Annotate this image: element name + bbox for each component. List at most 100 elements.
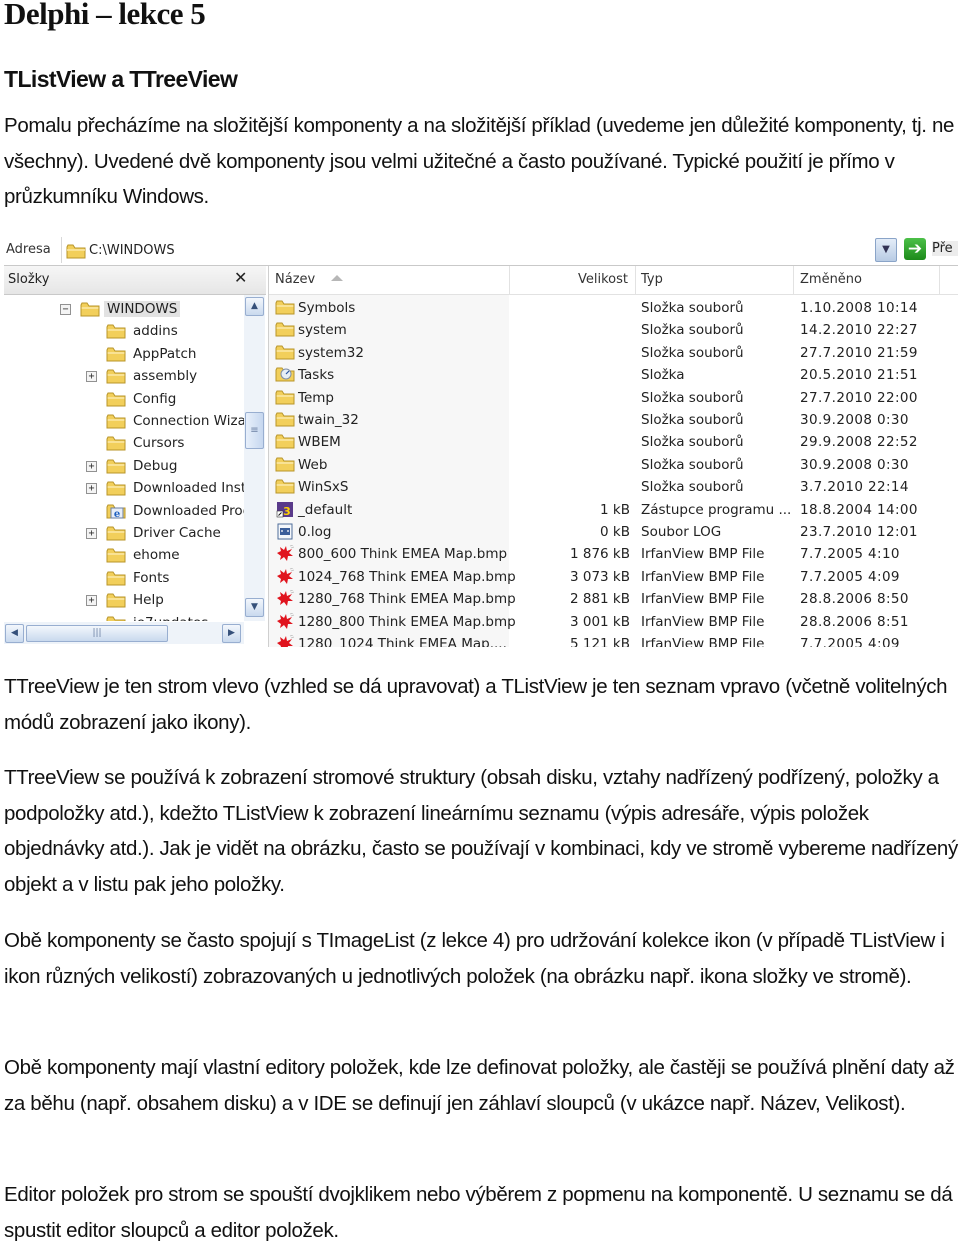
folder-icon — [275, 344, 295, 365]
irfanview-bmp-icon — [275, 590, 295, 611]
tree-vertical-scrollbar[interactable]: ▲ ≡ ▼ — [244, 295, 265, 621]
tree-item-label: assembly — [133, 368, 198, 385]
go-button[interactable]: ➔ — [904, 238, 926, 260]
folder-tree-pane: Složky ✕ − WINDOWS addins AppPatch + assembly… — [4, 266, 266, 647]
column-divider[interactable] — [635, 266, 636, 294]
list-row[interactable]: 1280_800 Think EMEA Map.bmp 3 001 kB Irfan… — [269, 611, 958, 633]
file-name: WBEM — [298, 434, 341, 451]
file-modified: 7.7.2005 4:09 — [800, 568, 900, 585]
file-modified: 7.7.2005 4:09 — [800, 636, 900, 647]
file-name: system32 — [298, 344, 364, 361]
address-value: C:\WINDOWS — [89, 243, 175, 258]
file-type: Soubor LOG — [641, 524, 722, 540]
list-row[interactable]: 1280_1024 Think EMEA Map.... 5 121 kB Irfa… — [269, 633, 958, 647]
file-size: 3 001 kB — [569, 613, 630, 630]
file-modified: 18.8.2004 14:00 — [800, 501, 918, 518]
scroll-right-button[interactable]: ▶ — [222, 624, 241, 643]
scroll-down-button[interactable]: ▼ — [245, 598, 264, 617]
column-divider[interactable] — [793, 266, 794, 294]
list-row[interactable]: 1024_768 Think EMEA Map.bmp 3 073 kB Irfan… — [269, 566, 958, 588]
paragraph-editors: Obě komponenty mají vlastní editory polo… — [4, 1056, 955, 1115]
expand-icon[interactable]: + — [86, 528, 97, 539]
scroll-up-button[interactable]: ▲ — [245, 297, 264, 316]
folder-icon — [106, 525, 126, 546]
file-name: twain_32 — [298, 412, 359, 428]
folder-icon — [106, 323, 126, 344]
irfanview-bmp-icon — [275, 612, 295, 634]
file-name: 800_600 Think EMEA Map.bmp — [298, 546, 508, 563]
scroll-left-button[interactable]: ◀ — [5, 624, 24, 643]
file-name: 0.log — [298, 524, 332, 540]
folder-icon — [106, 346, 126, 367]
scroll-thumb[interactable]: ||| — [26, 625, 168, 642]
tree-horizontal-scrollbar[interactable]: ◀ ||| ▶ — [4, 622, 244, 644]
paragraph-editor-launch: Editor položek pro strom se spouští dvoj… — [4, 1183, 953, 1242]
tree-item-label: WINDOWS — [104, 301, 181, 317]
svg-text:3: 3 — [283, 505, 291, 518]
file-modified: 30.9.2008 0:30 — [800, 412, 909, 428]
ie-folder-icon: e — [106, 503, 126, 524]
list-row[interactable]: Web Složka souborů 30.9.2008 0:30 — [269, 454, 958, 476]
shortcut-icon: 3 — [275, 501, 295, 522]
list-row[interactable]: twain_32 Složka souborů 30.9.2008 0:30 — [269, 409, 958, 431]
expand-icon[interactable]: + — [86, 595, 97, 607]
list-row[interactable]: 1280_768 Think EMEA Map.bmp 2 881 kB Irfan… — [269, 588, 958, 610]
collapse-icon[interactable]: − — [60, 304, 71, 315]
file-type: IrfanView BMP File — [641, 613, 765, 630]
column-header-size[interactable]: Velikost — [578, 272, 628, 287]
address-bar: Adresa C:\WINDOWS ▼ ➔ Pře — [4, 235, 958, 266]
file-type: IrfanView BMP File — [641, 636, 765, 647]
expand-icon[interactable]: + — [86, 483, 97, 495]
folder-icon — [275, 433, 295, 454]
file-modified: 28.8.2006 8:50 — [800, 591, 909, 608]
file-name: Web — [298, 456, 328, 473]
file-type: Složka souborů — [641, 434, 744, 451]
list-row[interactable]: WinSxS Složka souborů 3.7.2010 22:14 — [269, 476, 958, 498]
expand-icon[interactable]: + — [86, 371, 97, 383]
folder-icon — [106, 435, 126, 456]
list-row[interactable]: Tasks Složka 20.5.2010 21:51 — [269, 364, 958, 386]
file-type: Zástupce programu ... — [641, 501, 792, 518]
tree-item-label: ie7updates — [130, 615, 211, 621]
file-size: 2 881 kB — [569, 591, 630, 608]
address-dropdown-button[interactable]: ▼ — [875, 238, 897, 262]
column-divider[interactable] — [939, 266, 940, 294]
scroll-thumb[interactable]: ≡ — [245, 412, 264, 449]
list-row[interactable]: system Složka souborů 14.2.2010 22:27 — [269, 319, 958, 341]
list-row[interactable]: system32 Složka souborů 27.7.2010 21:59 — [269, 342, 958, 364]
folder-icon — [275, 456, 295, 477]
column-header-name[interactable]: Název — [275, 272, 315, 287]
folder-icon — [106, 391, 126, 412]
folder-icon — [275, 411, 295, 432]
list-row[interactable]: 0.log 0 kB Soubor LOG 23.7.2010 12:01 — [269, 521, 958, 543]
list-row[interactable]: 800_600 Think EMEA Map.bmp 1 876 kB IrfanV… — [269, 543, 958, 565]
file-type: IrfanView BMP File — [641, 546, 765, 563]
file-name: system — [298, 322, 347, 339]
folder-icon — [275, 299, 295, 320]
file-type: Složka souborů — [641, 412, 744, 428]
column-divider[interactable] — [509, 266, 510, 294]
list-row[interactable]: WBEM Složka souborů 29.9.2008 22:52 — [269, 431, 958, 453]
folder-icon — [106, 480, 126, 501]
go-label[interactable]: Pře — [932, 241, 958, 256]
column-header-modified[interactable]: Změněno — [800, 272, 862, 287]
tree-item-label: Config — [133, 390, 177, 407]
file-modified: 30.9.2008 0:30 — [800, 456, 909, 473]
address-input[interactable]: C:\WINDOWS — [64, 237, 879, 263]
close-icon[interactable]: ✕ — [234, 268, 247, 287]
document-title: Delphi – lekce 5 — [4, 0, 206, 31]
expand-icon[interactable]: + — [86, 460, 97, 472]
file-modified: 28.8.2006 8:51 — [800, 613, 909, 630]
file-modified: 23.7.2010 12:01 — [800, 524, 918, 540]
column-header-type[interactable]: Typ — [641, 272, 663, 287]
list-row[interactable]: 3 _default 1 kB Zástupce programu ... 18.8.2… — [269, 499, 958, 521]
list-row[interactable]: Symbols Složka souborů 1.10.2008 10:14 — [269, 297, 958, 319]
paragraph-usage: TTreeView se používá k zobrazení stromov… — [4, 766, 958, 896]
svg-text:e: e — [114, 509, 120, 520]
file-type: Složka — [641, 367, 685, 384]
list-row[interactable]: Temp Složka souborů 27.7.2010 22:00 — [269, 387, 958, 409]
tree-item-label: Downloaded Insta — [133, 480, 244, 497]
folder-icon — [66, 243, 86, 264]
folder-icon — [106, 570, 126, 591]
file-modified: 7.7.2005 4:10 — [800, 546, 900, 563]
